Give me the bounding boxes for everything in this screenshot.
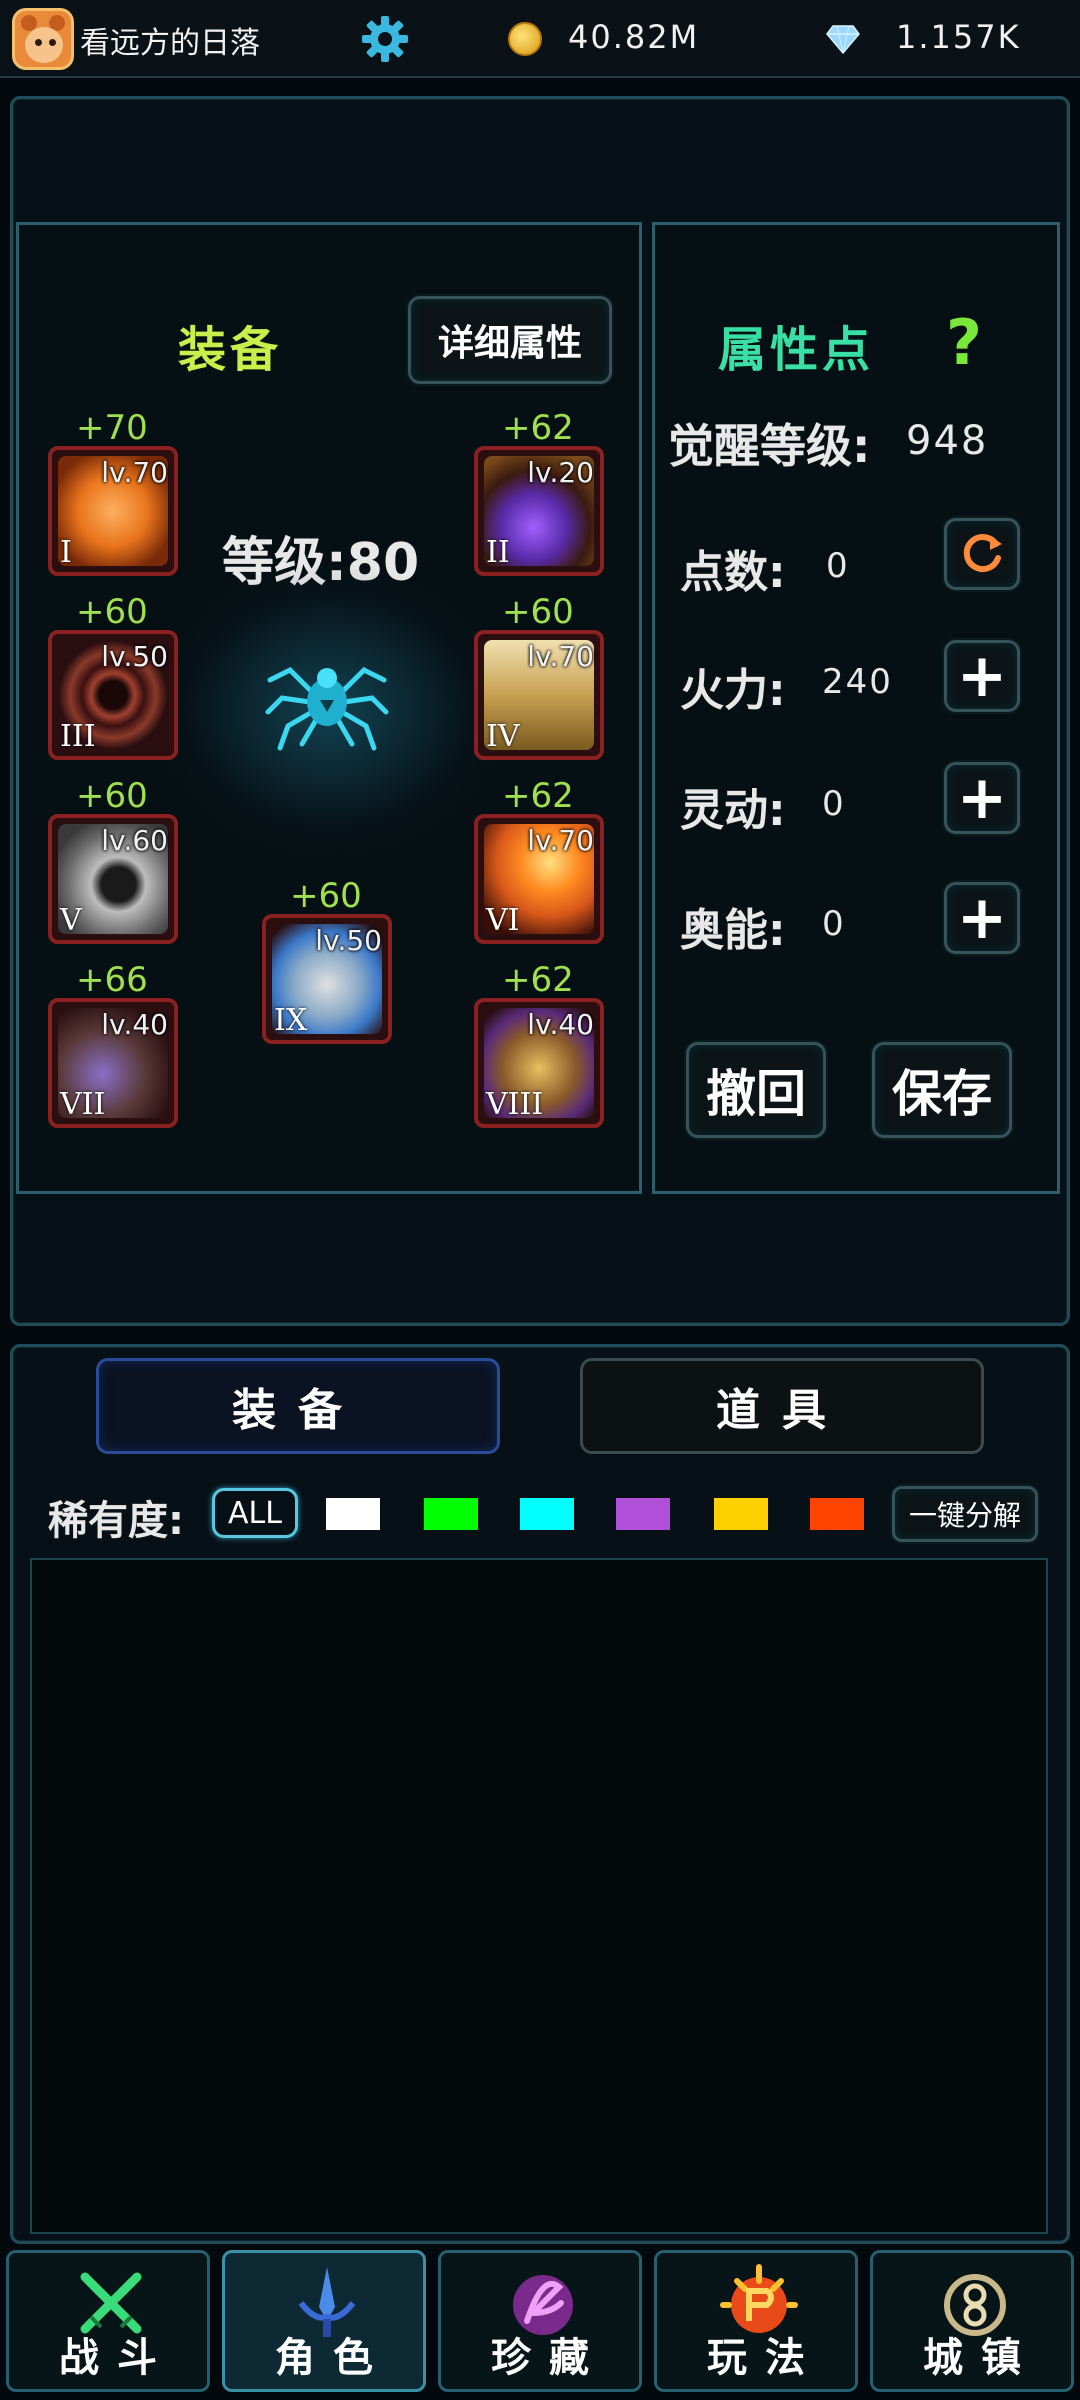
firepower-label: 火力: xyxy=(680,665,786,716)
slot-number: II xyxy=(486,535,510,570)
equipment-title: 装备 xyxy=(178,322,283,378)
points-label: 点数: xyxy=(680,547,786,598)
nav-gameplay[interactable]: 玩法 xyxy=(654,2250,858,2392)
inventory-grid[interactable] xyxy=(30,1558,1048,2234)
slot-7-bonus: +66 xyxy=(76,960,148,1000)
rarity-filter-orange[interactable] xyxy=(810,1498,864,1530)
slot-6-bonus: +62 xyxy=(502,776,574,816)
slot-number: I xyxy=(60,535,72,570)
slot-number: VI xyxy=(486,903,520,938)
slot-4-bonus: +60 xyxy=(502,592,574,632)
slot-level: lv.50 xyxy=(101,640,168,673)
firepower-value: 240 xyxy=(822,662,893,702)
diamond-icon xyxy=(826,25,860,54)
slot-level: lv.20 xyxy=(527,456,594,489)
spider-emblem-icon xyxy=(265,666,389,751)
detail-attributes-button[interactable]: 详细属性 xyxy=(408,296,612,384)
rarity-label: 稀有度: xyxy=(48,1498,184,1544)
slot-level: lv.40 xyxy=(527,1008,594,1041)
add-agility-button[interactable]: + xyxy=(944,762,1020,834)
points-value: 0 xyxy=(826,546,850,586)
slot-2-bonus: +62 xyxy=(502,408,574,448)
slot-number: VII xyxy=(60,1087,106,1122)
tab-equipment[interactable]: 装备 xyxy=(96,1358,500,1454)
decompose-all-button[interactable]: 一键分解 xyxy=(892,1486,1038,1542)
equipment-slot-9[interactable]: lv.50 IX xyxy=(262,914,392,1044)
rarity-filter-purple[interactable] xyxy=(616,1498,670,1530)
save-button[interactable]: 保存 xyxy=(872,1042,1012,1138)
equipment-slot-4[interactable]: lv.70 IV xyxy=(474,630,604,760)
nav-battle[interactable]: 战斗 xyxy=(6,2250,210,2392)
slot-level: lv.50 xyxy=(315,924,382,957)
gold-amount: 40.82M xyxy=(568,18,700,56)
nav-character[interactable]: 角色 xyxy=(222,2250,426,2392)
arcane-label: 奥能: xyxy=(680,905,786,956)
rarity-filter-gold[interactable] xyxy=(714,1498,768,1530)
slot-level: lv.70 xyxy=(527,640,594,673)
awaken-level-label: 觉醒等级: xyxy=(668,419,871,473)
slot-1-bonus: +70 xyxy=(76,408,148,448)
attribute-points-title: 属性点 xyxy=(718,322,875,378)
agility-label: 灵动: xyxy=(680,785,786,836)
gear-icon[interactable] xyxy=(360,14,410,64)
nav-character-label: 角色 xyxy=(275,2335,391,2381)
nav-town-label: 城镇 xyxy=(923,2335,1039,2381)
undo-button[interactable]: 撤回 xyxy=(686,1042,826,1138)
arcane-value: 0 xyxy=(822,904,846,944)
equipment-slot-5[interactable]: lv.60 V xyxy=(48,814,178,944)
rarity-filter-white[interactable] xyxy=(326,1498,380,1530)
equipment-slot-7[interactable]: lv.40 VII xyxy=(48,998,178,1128)
add-firepower-button[interactable]: + xyxy=(944,640,1020,712)
avatar[interactable] xyxy=(12,8,74,70)
equipment-slot-6[interactable]: lv.70 VI xyxy=(474,814,604,944)
equipment-slot-1[interactable]: lv.70 I xyxy=(48,446,178,576)
agility-value: 0 xyxy=(822,784,846,824)
rarity-filter-green[interactable] xyxy=(424,1498,478,1530)
slot-level: lv.70 xyxy=(527,824,594,857)
slot-3-bonus: +60 xyxy=(76,592,148,632)
slot-number: V xyxy=(60,903,82,938)
slot-number: III xyxy=(60,719,96,754)
gem-amount: 1.157K xyxy=(896,18,1021,56)
slot-level: lv.40 xyxy=(101,1008,168,1041)
slot-level: lv.60 xyxy=(101,824,168,857)
equipment-slot-8[interactable]: lv.40 VIII xyxy=(474,998,604,1128)
slot-9-bonus: +60 xyxy=(290,876,362,916)
rarity-filter-cyan[interactable] xyxy=(520,1498,574,1530)
slot-8-bonus: +62 xyxy=(502,960,574,1000)
slot-number: IX xyxy=(274,1003,308,1038)
reset-points-button[interactable] xyxy=(944,518,1020,590)
slot-number: VIII xyxy=(486,1087,544,1122)
slot-level: lv.70 xyxy=(101,456,168,489)
help-icon[interactable]: ? xyxy=(946,306,982,379)
rarity-filter-all[interactable]: ALL xyxy=(212,1488,298,1538)
username: 看远方的日落 xyxy=(80,26,260,61)
nav-town[interactable]: 城镇 xyxy=(870,2250,1074,2392)
refresh-icon xyxy=(963,534,1002,573)
slot-number: IV xyxy=(486,719,520,754)
gold-coin-icon xyxy=(508,22,542,56)
equipment-slot-3[interactable]: lv.50 III xyxy=(48,630,178,760)
awaken-level-value: 948 xyxy=(906,418,989,464)
slot-5-bonus: +60 xyxy=(76,776,148,816)
nav-collection-label: 珍藏 xyxy=(491,2335,607,2381)
nav-collection[interactable]: 珍藏 xyxy=(438,2250,642,2392)
equipment-slot-2[interactable]: lv.20 II xyxy=(474,446,604,576)
nav-gameplay-label: 玩法 xyxy=(707,2335,823,2381)
nav-battle-label: 战斗 xyxy=(59,2335,175,2381)
tab-items[interactable]: 道具 xyxy=(580,1358,984,1454)
add-arcane-button[interactable]: + xyxy=(944,882,1020,954)
